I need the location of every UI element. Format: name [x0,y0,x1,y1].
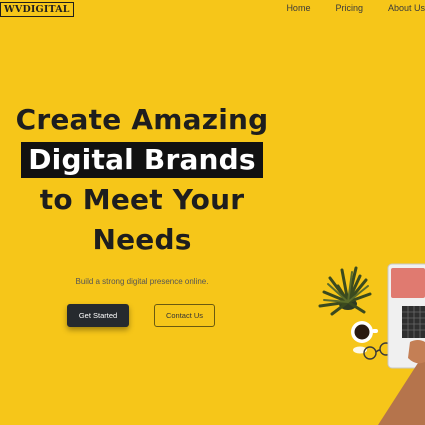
get-started-button[interactable]: Get Started [67,304,129,327]
nav-home[interactable]: Home [286,3,310,13]
nav-about-us[interactable]: About Us [388,3,425,13]
hero-illustration [318,263,425,425]
headline-line-4: Needs [92,223,192,256]
hero-subtitle: Build a strong digital presence online. [75,277,209,286]
headline-line-3: to Meet Your [39,183,245,216]
brand-logo[interactable]: WVDIGITAL [0,2,74,17]
top-nav: Home Pricing About Us [261,3,425,13]
headline-line-1: Create Amazing [15,103,269,136]
plant-icon [318,266,372,316]
contact-us-button[interactable]: Contact Us [154,304,215,327]
headline-highlight: Digital Brands [21,142,263,178]
nav-pricing[interactable]: Pricing [335,3,363,13]
hero-section: Create Amazing Digital Brands to Meet Yo… [0,100,284,260]
headline-line-2: Digital Brands [0,140,284,180]
hero-headline: Create Amazing Digital Brands to Meet Yo… [0,100,284,260]
